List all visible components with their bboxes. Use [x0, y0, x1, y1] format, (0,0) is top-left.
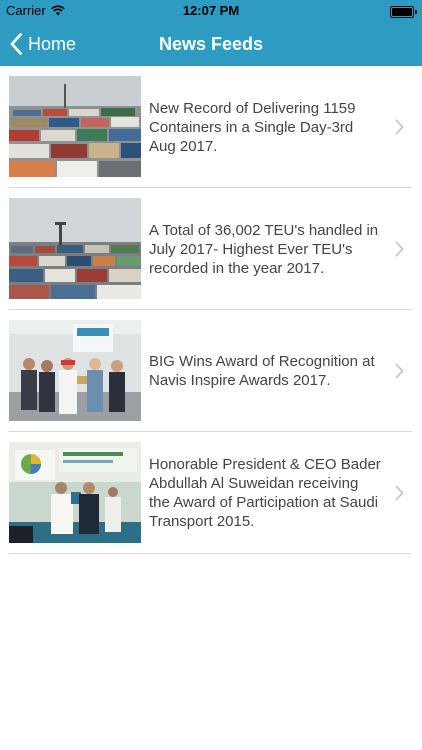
chevron-right-icon — [395, 363, 404, 379]
news-feed-item[interactable]: A Total of 36,002 TEU's handled in July … — [0, 188, 422, 310]
chevron-right-icon — [395, 119, 404, 135]
page-title: News Feeds — [158, 34, 264, 54]
news-feed-list: New Record of Delivering 1159 Containers… — [0, 66, 422, 554]
award-ceremony-thumbnail — [9, 442, 141, 543]
award-group-thumbnail — [9, 320, 141, 421]
news-feed-item[interactable]: New Record of Delivering 1159 Containers… — [0, 66, 422, 188]
status-time: 12:07 PM — [182, 3, 240, 18]
news-feed-title: New Record of Delivering 1159 Containers… — [149, 99, 356, 155]
news-feed-item[interactable]: BIG Wins Award of Recognition at Navis I… — [0, 310, 422, 432]
news-feed-title: BIG Wins Award of Recognition at Navis I… — [149, 353, 375, 389]
news-feed-item[interactable]: Honorable President & CEO Bader Abdullah… — [0, 432, 422, 554]
chevron-right-icon — [395, 241, 404, 257]
news-feed-title: A Total of 36,002 TEU's handled in July … — [149, 221, 379, 277]
battery-icon — [390, 6, 417, 18]
chevron-right-icon — [395, 485, 404, 501]
status-bar: Carrier 12:07 PM — [0, 0, 422, 22]
container-yard-thumbnail — [9, 198, 141, 299]
container-yard-thumbnail — [9, 76, 141, 177]
news-feed-title: Honorable President & CEO Bader Abdullah… — [149, 456, 381, 530]
navigation-bar: Home News Feeds — [0, 22, 422, 66]
